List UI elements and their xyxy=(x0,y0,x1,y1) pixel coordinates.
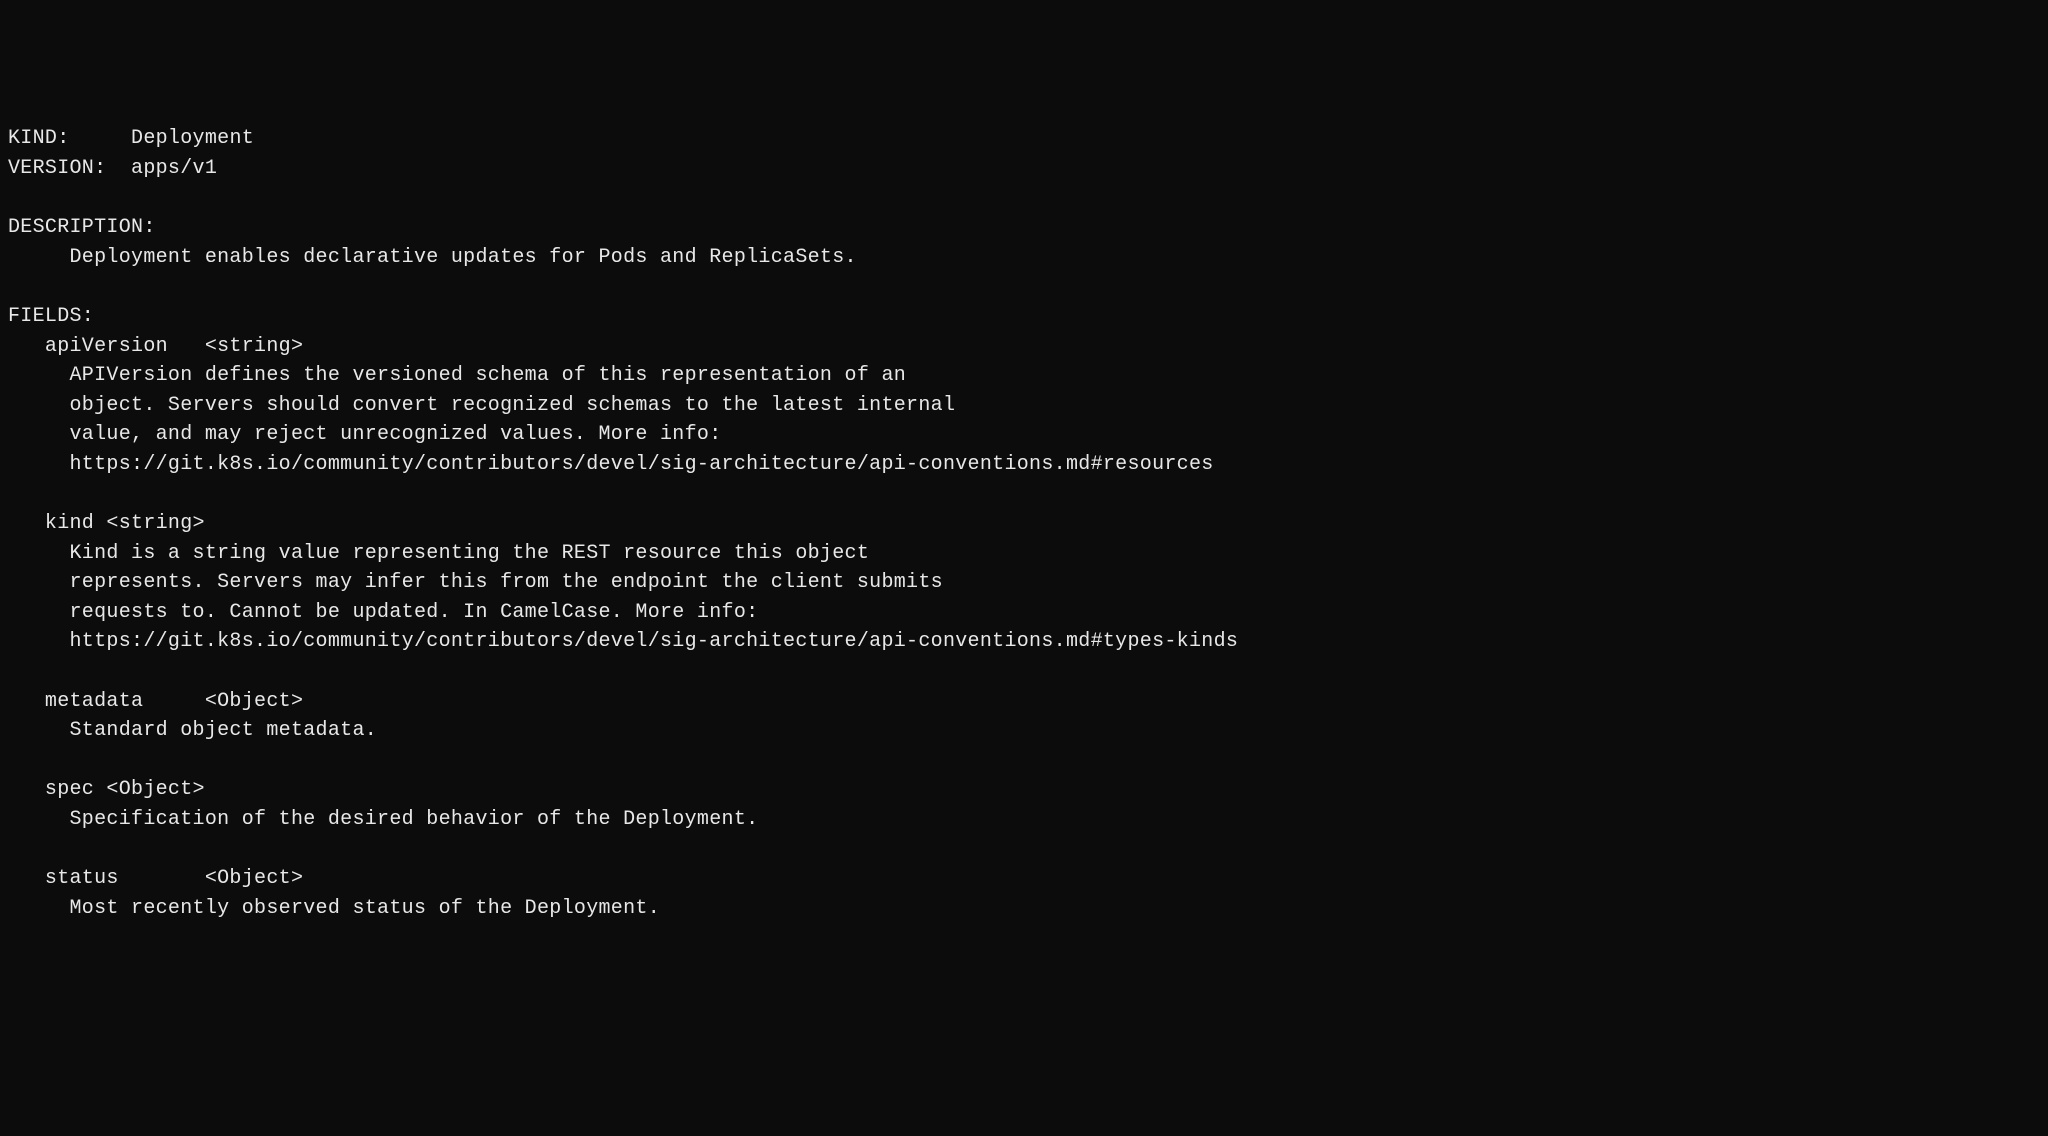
kind-line: KIND: Deployment xyxy=(8,127,254,150)
field-kind-desc-line: represents. Servers may infer this from … xyxy=(8,571,943,594)
field-apiversion-desc-line: APIVersion defines the versioned schema … xyxy=(8,364,906,387)
field-kind-desc-line: Kind is a string value representing the … xyxy=(8,542,869,565)
field-kind-desc-line: requests to. Cannot be updated. In Camel… xyxy=(8,601,758,624)
kind-label: KIND: xyxy=(8,127,131,150)
kind-value: Deployment xyxy=(131,127,254,150)
version-line: VERSION: apps/v1 xyxy=(8,157,217,180)
field-status-desc-line: Most recently observed status of the Dep… xyxy=(8,897,660,920)
field-kind-desc-line: https://git.k8s.io/community/contributor… xyxy=(8,630,1238,653)
version-label: VERSION: xyxy=(8,157,131,180)
description-label: DESCRIPTION: xyxy=(8,216,156,239)
field-metadata-name: metadata <Object> xyxy=(8,690,303,713)
terminal-output: KIND: Deployment VERSION: apps/v1 DESCRI… xyxy=(8,124,2040,923)
field-apiversion-desc-line: https://git.k8s.io/community/contributor… xyxy=(8,453,1214,476)
field-apiversion-desc-line: object. Servers should convert recognize… xyxy=(8,394,955,417)
field-spec-desc-line: Specification of the desired behavior of… xyxy=(8,808,758,831)
field-apiversion-name: apiVersion <string> xyxy=(8,335,303,358)
field-spec-name: spec <Object> xyxy=(8,778,205,801)
field-metadata-desc-line: Standard object metadata. xyxy=(8,719,377,742)
fields-label: FIELDS: xyxy=(8,305,94,328)
description-text: Deployment enables declarative updates f… xyxy=(8,246,857,269)
version-value: apps/v1 xyxy=(131,157,217,180)
field-kind-name: kind <string> xyxy=(8,512,205,535)
field-apiversion-desc-line: value, and may reject unrecognized value… xyxy=(8,423,722,446)
field-status-name: status <Object> xyxy=(8,867,303,890)
